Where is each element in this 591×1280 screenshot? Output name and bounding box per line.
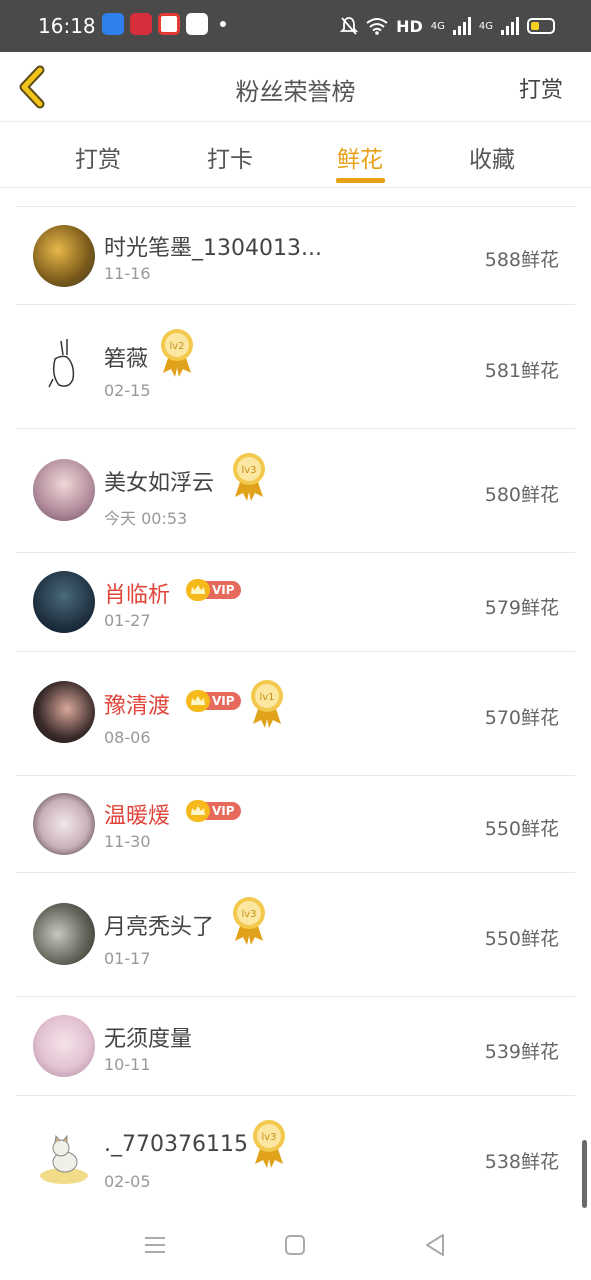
fan-date: 11-30: [104, 832, 151, 851]
flower-count: 588鲜花: [484, 249, 559, 271]
svg-text:lv2: lv2: [169, 341, 184, 352]
fan-name: 温暖煖: [104, 804, 171, 829]
crown-icon: [186, 579, 210, 601]
page-title: 粉丝荣誉榜: [235, 78, 356, 106]
fan-name: ._770376115: [104, 1132, 248, 1157]
back-nav-button[interactable]: [420, 1230, 450, 1260]
list-item[interactable]: 月亮秃头了 lv3 01-17 550鲜花: [16, 873, 575, 997]
flower-count: 550鲜花: [484, 818, 559, 840]
avatar: [33, 793, 95, 855]
avatar: [33, 571, 95, 633]
fan-name: 箬薇: [104, 347, 149, 372]
fan-name: 美女如浮云: [104, 471, 215, 496]
crown-icon: [186, 690, 210, 712]
vip-badge: VIP: [186, 690, 241, 712]
network-type: HD: [396, 16, 423, 36]
level-badge-icon: lv1: [251, 680, 283, 728]
more-notifications-dot: [220, 21, 226, 27]
flower-count: 579鲜花: [484, 597, 559, 619]
level-badge-icon: lv3: [233, 897, 265, 945]
rabbit-sketch-icon: [48, 339, 75, 388]
wifi-icon: [366, 18, 388, 35]
level-badge-icon: lv3: [253, 1120, 285, 1168]
bell-off-icon: [340, 17, 359, 35]
menu-button[interactable]: [140, 1230, 170, 1260]
vip-badge: VIP: [186, 800, 241, 822]
avatar: [33, 335, 95, 397]
status-indicators: HD 4G 4G: [340, 16, 555, 36]
fan-ranking-list[interactable]: 时光笔墨_1304013... 11-16 588鲜花 箬薇 lv2 02-15…: [0, 190, 591, 1210]
app-notification-icon: [130, 13, 152, 35]
signal-icon: [452, 17, 471, 35]
flower-count: 570鲜花: [484, 707, 559, 729]
vip-badge: VIP: [186, 579, 241, 601]
fan-date: 11-16: [104, 264, 151, 283]
fan-date: 02-05: [104, 1172, 151, 1191]
list-item[interactable]: 箬薇 lv2 02-15 581鲜花: [16, 305, 575, 429]
level-badge-icon: lv2: [161, 329, 193, 377]
app-header: 粉丝荣誉榜 打赏: [0, 52, 591, 122]
level-badge-icon: lv3: [233, 453, 265, 501]
fan-date: 01-17: [104, 949, 151, 968]
tab-reward[interactable]: 打赏: [58, 140, 138, 174]
fan-name: 无须度量: [104, 1027, 193, 1052]
reward-button[interactable]: 打赏: [519, 72, 563, 104]
avatar: [33, 681, 95, 743]
menu-icon: [145, 1237, 165, 1253]
svg-text:lv3: lv3: [261, 1132, 276, 1143]
home-square-icon: [285, 1235, 305, 1255]
battery-icon: [527, 18, 555, 34]
status-time: 16:18: [38, 14, 96, 38]
svg-text:lv3: lv3: [241, 465, 256, 476]
active-tab-indicator: [336, 178, 385, 183]
list-item[interactable]: ._770376115 lv3 02-05 538鲜花: [16, 1096, 575, 1210]
flower-count: 538鲜花: [484, 1151, 559, 1173]
list-item[interactable]: 美女如浮云 lv3 今天 00:53 580鲜花: [16, 429, 575, 553]
flower-count: 581鲜花: [484, 360, 559, 382]
tab-bar: 打赏 打卡 鲜花 收藏: [0, 122, 591, 188]
tab-flowers[interactable]: 鲜花: [320, 140, 400, 174]
fan-name: 时光笔墨_1304013...: [104, 236, 322, 261]
fan-name: 月亮秃头了: [104, 915, 215, 940]
avatar: [33, 225, 95, 287]
flower-count: 539鲜花: [484, 1041, 559, 1063]
signal-label-2: 4G: [478, 20, 493, 32]
scrollbar[interactable]: [582, 1140, 587, 1208]
home-button[interactable]: [280, 1230, 310, 1260]
list-item[interactable]: 肖临析 VIP 01-27 579鲜花: [16, 553, 575, 652]
flower-count: 580鲜花: [484, 484, 559, 506]
avatar: [33, 1126, 95, 1188]
fan-date: 08-06: [104, 728, 151, 747]
tab-favorites[interactable]: 收藏: [452, 140, 532, 174]
list-item[interactable]: 时光笔墨_1304013... 11-16 588鲜花: [16, 208, 575, 305]
back-triangle-icon: [426, 1234, 444, 1256]
svg-text:lv3: lv3: [241, 909, 256, 920]
signal-icon: [501, 17, 519, 35]
avatar: [33, 1015, 95, 1077]
svg-text:lv1: lv1: [259, 692, 274, 703]
list-item: [16, 190, 575, 207]
list-item[interactable]: 温暖煖 VIP 11-30 550鲜花: [16, 776, 575, 873]
tab-checkin[interactable]: 打卡: [190, 140, 270, 174]
fan-date: 今天 00:53: [104, 509, 188, 528]
status-bar: 16:18 HD 4G 4G: [0, 0, 591, 52]
avatar: [33, 903, 95, 965]
fan-date: 10-11: [104, 1055, 151, 1074]
list-item[interactable]: 豫清渡 VIP lv1 08-06 570鲜花: [16, 652, 575, 776]
notification-app-icons: [102, 13, 226, 35]
system-nav-bar: [0, 1210, 591, 1280]
fan-name: 肖临析: [104, 583, 171, 608]
signal-label-1: 4G: [430, 20, 445, 32]
app-notification-icon: [102, 13, 124, 35]
list-item[interactable]: 无须度量 10-11 539鲜花: [16, 997, 575, 1096]
cat-sketch-icon: [40, 1134, 88, 1184]
app-notification-icon: [158, 13, 180, 35]
avatar: [33, 459, 95, 521]
fan-name: 豫清渡: [104, 694, 171, 719]
crown-icon: [186, 800, 210, 822]
fan-date: 02-15: [104, 381, 151, 400]
app-notification-icon: [186, 13, 208, 35]
flower-count: 550鲜花: [484, 928, 559, 950]
fan-date: 01-27: [104, 611, 151, 630]
